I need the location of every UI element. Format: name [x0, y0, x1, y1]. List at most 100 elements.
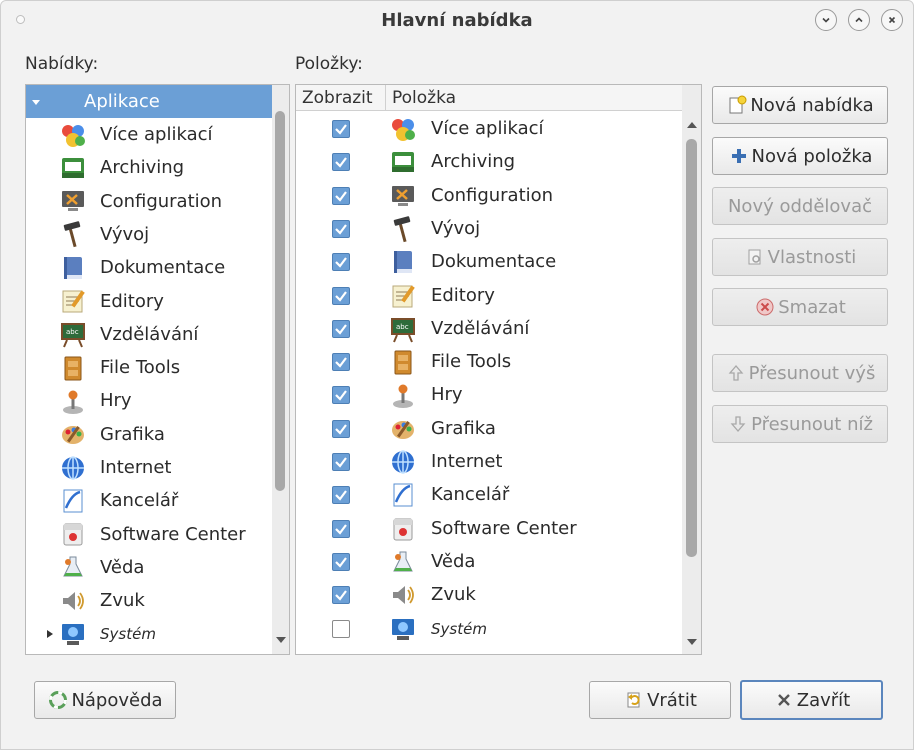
tree-item[interactable]: Configuration: [26, 185, 272, 218]
menus-scrollbar[interactable]: [272, 85, 289, 654]
close-window-button[interactable]: [881, 9, 903, 31]
items-table[interactable]: Zobrazit Položka Více aplikací Archiving C…: [295, 84, 702, 655]
tree-item[interactable]: Archiving: [26, 151, 272, 184]
show-checkbox[interactable]: [332, 519, 350, 538]
item-label: Věda: [431, 550, 476, 572]
tree-item[interactable]: File Tools: [26, 351, 272, 384]
show-checkbox[interactable]: [332, 353, 350, 372]
item-label: Více aplikací: [431, 118, 544, 139]
table-row[interactable]: Hry: [296, 379, 682, 412]
help-button[interactable]: Nápověda: [34, 681, 176, 719]
show-checkbox[interactable]: [332, 552, 350, 571]
cabinet-icon: [64, 356, 82, 381]
show-checkbox[interactable]: [332, 419, 350, 438]
book-icon: [64, 256, 82, 279]
show-checkbox[interactable]: [332, 486, 350, 505]
table-row[interactable]: Software Center: [296, 513, 682, 546]
revert-button[interactable]: Vrátit: [589, 681, 731, 719]
tree-item[interactable]: Dokumentace: [26, 251, 272, 284]
checkmark-icon: [335, 424, 347, 435]
tree-item[interactable]: Grafika: [26, 418, 272, 451]
tree-item[interactable]: Editory: [26, 285, 272, 318]
column-header-show[interactable]: Zobrazit: [296, 85, 386, 111]
table-row[interactable]: Kancelář: [296, 479, 682, 512]
show-checkbox[interactable]: [332, 453, 350, 471]
configuration-icon: [392, 185, 414, 206]
software-center-icon: [393, 518, 413, 541]
tree-item-icon: [58, 486, 88, 516]
table-row[interactable]: Grafika: [296, 413, 682, 446]
show-checkbox[interactable]: [332, 386, 350, 405]
table-row[interactable]: Více aplikací: [296, 113, 682, 146]
tree-item[interactable]: Zvuk: [26, 584, 272, 617]
tree-item[interactable]: Více aplikací: [26, 118, 272, 151]
table-row[interactable]: Zvuk: [296, 579, 682, 612]
move-up-button[interactable]: Přesunout výš: [712, 354, 888, 392]
show-checkbox[interactable]: [332, 619, 350, 638]
close-icon: [773, 689, 795, 711]
show-checkbox[interactable]: [332, 153, 350, 172]
tree-item-icon: [58, 552, 88, 582]
menus-tree[interactable]: Aplikace Více aplikací Archiving Configura…: [25, 84, 290, 655]
table-row[interactable]: abc Vzdělávání: [296, 313, 682, 346]
table-row[interactable]: Configuration: [296, 180, 682, 213]
delete-button[interactable]: Smazat: [712, 288, 888, 326]
item-icon: [388, 147, 418, 177]
table-row[interactable]: Editory: [296, 280, 682, 313]
item-label: Zvuk: [431, 584, 476, 606]
tree-item[interactable]: abc Vzdělávání: [26, 318, 272, 351]
table-row[interactable]: Věda: [296, 546, 682, 579]
scroll-down-arrow-icon[interactable]: [687, 638, 697, 646]
show-checkbox[interactable]: [332, 120, 350, 138]
checkmark-icon: [335, 124, 347, 135]
items-scrollbar[interactable]: [682, 85, 701, 654]
new-menu-label: Nová nabídka: [750, 94, 874, 116]
new-item-button[interactable]: Nová položka: [712, 137, 888, 175]
item-label: Vzdělávání: [431, 317, 530, 339]
tree-item[interactable]: Vývoj: [26, 218, 272, 251]
close-button[interactable]: Zavřít: [740, 680, 883, 720]
expander-right-icon[interactable]: [40, 629, 60, 639]
show-checkbox[interactable]: [332, 286, 350, 305]
show-checkbox[interactable]: [332, 319, 350, 338]
show-checkbox[interactable]: [332, 186, 350, 205]
maximize-button[interactable]: [848, 9, 870, 31]
table-row[interactable]: File Tools: [296, 346, 682, 379]
tree-item[interactable]: Software Center: [26, 518, 272, 551]
checkmark-icon: [335, 190, 347, 202]
column-header-item[interactable]: Položka: [386, 85, 682, 111]
show-checkbox[interactable]: [332, 253, 350, 272]
table-row[interactable]: Vývoj: [296, 213, 682, 246]
properties-button[interactable]: Vlastnosti: [712, 238, 888, 276]
tree-item[interactable]: Hry: [26, 384, 272, 417]
checkmark-icon: [335, 290, 347, 302]
more-apps-icon: [62, 124, 85, 147]
menus-scrollbar-thumb[interactable]: [275, 111, 285, 491]
new-separator-button[interactable]: Nový oddělovač: [712, 187, 888, 225]
tree-item[interactable]: Systém: [26, 618, 272, 651]
table-row[interactable]: Dokumentace: [296, 246, 682, 279]
expander-down-icon[interactable]: [26, 97, 46, 107]
book-icon: [394, 251, 412, 274]
scroll-up-arrow-icon[interactable]: [687, 121, 697, 129]
tree-item-icon: [58, 186, 88, 216]
minimize-button[interactable]: [815, 9, 837, 31]
scroll-down-arrow-icon[interactable]: [276, 636, 286, 644]
tree-item-label: Software Center: [100, 523, 246, 545]
item-icon: [388, 514, 418, 544]
table-row[interactable]: Internet: [296, 446, 682, 479]
table-row[interactable]: Systém: [296, 613, 682, 646]
tree-item-icon: [58, 286, 88, 316]
chevron-down-icon: [822, 17, 830, 23]
tree-item[interactable]: Internet: [26, 451, 272, 484]
new-menu-button[interactable]: Nová nabídka: [712, 86, 888, 124]
plus-icon: [728, 145, 750, 167]
show-checkbox[interactable]: [332, 219, 350, 238]
show-checkbox[interactable]: [332, 586, 350, 605]
move-down-button[interactable]: Přesunout níž: [712, 405, 888, 443]
tree-item[interactable]: Kancelář: [26, 484, 272, 517]
table-row[interactable]: Archiving: [296, 146, 682, 179]
tree-item[interactable]: Věda: [26, 551, 272, 584]
tree-root-applications[interactable]: Aplikace: [26, 85, 272, 118]
items-scrollbar-thumb[interactable]: [686, 139, 697, 557]
